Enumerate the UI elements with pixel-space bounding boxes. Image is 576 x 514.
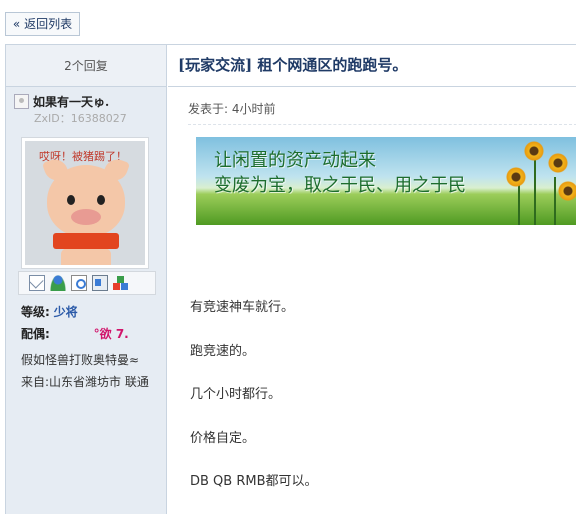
author-zxid: ZxID：16388027	[34, 112, 127, 125]
user-signature: 假如怪兽打败奥特曼≈	[21, 353, 140, 367]
user-spouse: 配偶: °欲 7.	[21, 325, 129, 342]
offline-status-icon	[14, 94, 29, 109]
user-rank: 等级: 少将	[21, 303, 78, 320]
profile-card-icon[interactable]	[92, 275, 108, 291]
sunflower-stem	[534, 159, 536, 225]
author-row: 如果有一天ゅ.	[14, 93, 109, 110]
blocks-icon[interactable]	[113, 275, 129, 291]
reply-count: 2个回复	[6, 45, 166, 87]
pig-scarf	[53, 233, 119, 249]
sunflower	[524, 141, 544, 161]
post-text-line: 有竞速神车就行。	[190, 300, 295, 315]
author-sidebar: 2个回复 如果有一天ゅ. ZxID：16388027 哎呀！被猪踢了！ 等级: …	[6, 45, 167, 514]
banner-line-2: 变废为宝，取之于民、用之于民	[214, 175, 466, 196]
post-text-line: 价格自定。	[190, 431, 256, 446]
mail-icon[interactable]	[29, 275, 45, 291]
sunflower-stem	[554, 177, 556, 225]
sunflower	[558, 181, 576, 201]
banner-line-1: 让闲置的资产动起来	[214, 150, 376, 171]
pig-head	[47, 165, 125, 237]
author-name[interactable]: 如果有一天ゅ.	[33, 93, 109, 110]
sunflower-stem	[518, 181, 520, 225]
post-text-line: 跑竞速的。	[190, 344, 256, 359]
spouse-label: 配偶:	[21, 327, 50, 341]
thread-title: [玩家交流] 租个网通区的跑跑号。	[178, 56, 408, 74]
user-location: 来自:山东省潍坊市 联通	[21, 375, 149, 389]
avatar[interactable]: 哎呀！被猪踢了！	[21, 137, 149, 269]
title-bar: [玩家交流] 租个网通区的跑跑号。	[168, 45, 576, 87]
post-text-line: 几个小时都行。	[190, 387, 282, 402]
rank-value: 少将	[53, 305, 78, 319]
add-friend-icon[interactable]	[50, 275, 66, 291]
pig-eye-right	[97, 195, 105, 205]
post-time: 发表于: 4小时前	[188, 102, 276, 116]
post-banner-image: 让闲置的资产动起来 变废为宝，取之于民、用之于民	[196, 137, 576, 225]
sunflower	[548, 153, 568, 173]
back-to-list-button[interactable]: « 返回列表	[5, 12, 80, 36]
post-main: [玩家交流] 租个网通区的跑跑号。 发表于: 4小时前 让闲置的资产动起来 变废…	[168, 45, 576, 514]
pig-snout	[71, 209, 101, 225]
rank-label: 等级:	[21, 305, 50, 319]
sunflower	[506, 167, 526, 187]
post-divider	[188, 124, 576, 125]
spouse-value[interactable]: °欲 7.	[94, 327, 129, 341]
search-posts-icon[interactable]	[71, 275, 87, 291]
post-text-line: DB QB RMB都可以。	[190, 474, 318, 489]
user-action-bar	[18, 271, 156, 295]
avatar-image: 哎呀！被猪踢了！	[25, 141, 145, 265]
pig-eye-left	[67, 195, 75, 205]
thread-container: 2个回复 如果有一天ゅ. ZxID：16388027 哎呀！被猪踢了！ 等级: …	[5, 44, 576, 514]
